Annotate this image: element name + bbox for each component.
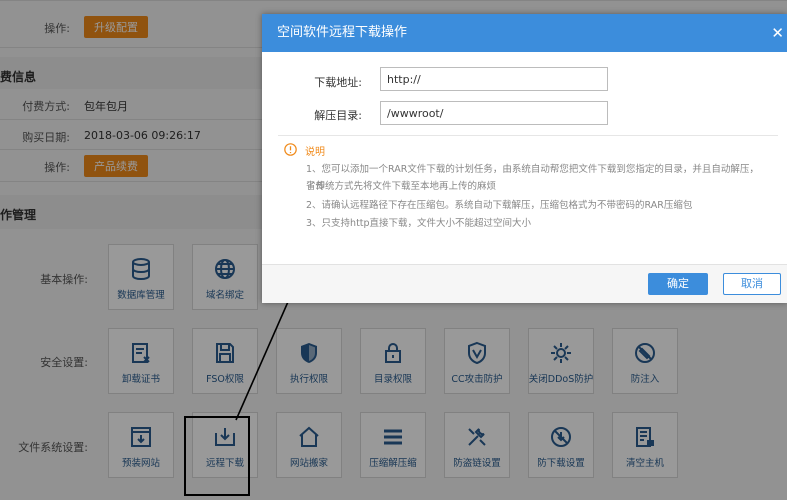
note-title: 说明 xyxy=(305,147,325,158)
note-line-2: 2、请确认远程路径下存在压缩包。系统自动下载解压，压缩包格式为不带密码的RAR压… xyxy=(306,200,693,211)
confirm-button[interactable]: 确定 xyxy=(648,273,708,295)
note-line-1b: 了传统方式先将文件下载至本地再上传的麻烦 xyxy=(306,181,497,192)
extract-dir-label: 解压目录: xyxy=(314,109,362,122)
cancel-button[interactable]: 取消 xyxy=(723,273,781,295)
info-icon xyxy=(284,143,297,156)
note-line-3: 3、只支持http直接下载，文件大小不能超过空间大小 xyxy=(306,218,532,229)
highlight-box xyxy=(184,416,250,496)
remote-download-dialog: 空间软件远程下载操作 ✕ 下载地址: 解压目录: 说明 1、您可以添加一个RAR… xyxy=(262,14,787,303)
download-url-input[interactable] xyxy=(380,67,608,91)
close-icon[interactable]: ✕ xyxy=(771,14,784,52)
dialog-title: 空间软件远程下载操作 xyxy=(277,25,408,40)
download-url-label: 下载地址: xyxy=(314,76,362,89)
dialog-footer: 确定 取消 xyxy=(262,264,787,303)
extract-dir-input[interactable] xyxy=(380,101,608,125)
dialog-header: 空间软件远程下载操作 ✕ xyxy=(262,14,787,52)
divider xyxy=(278,135,778,136)
